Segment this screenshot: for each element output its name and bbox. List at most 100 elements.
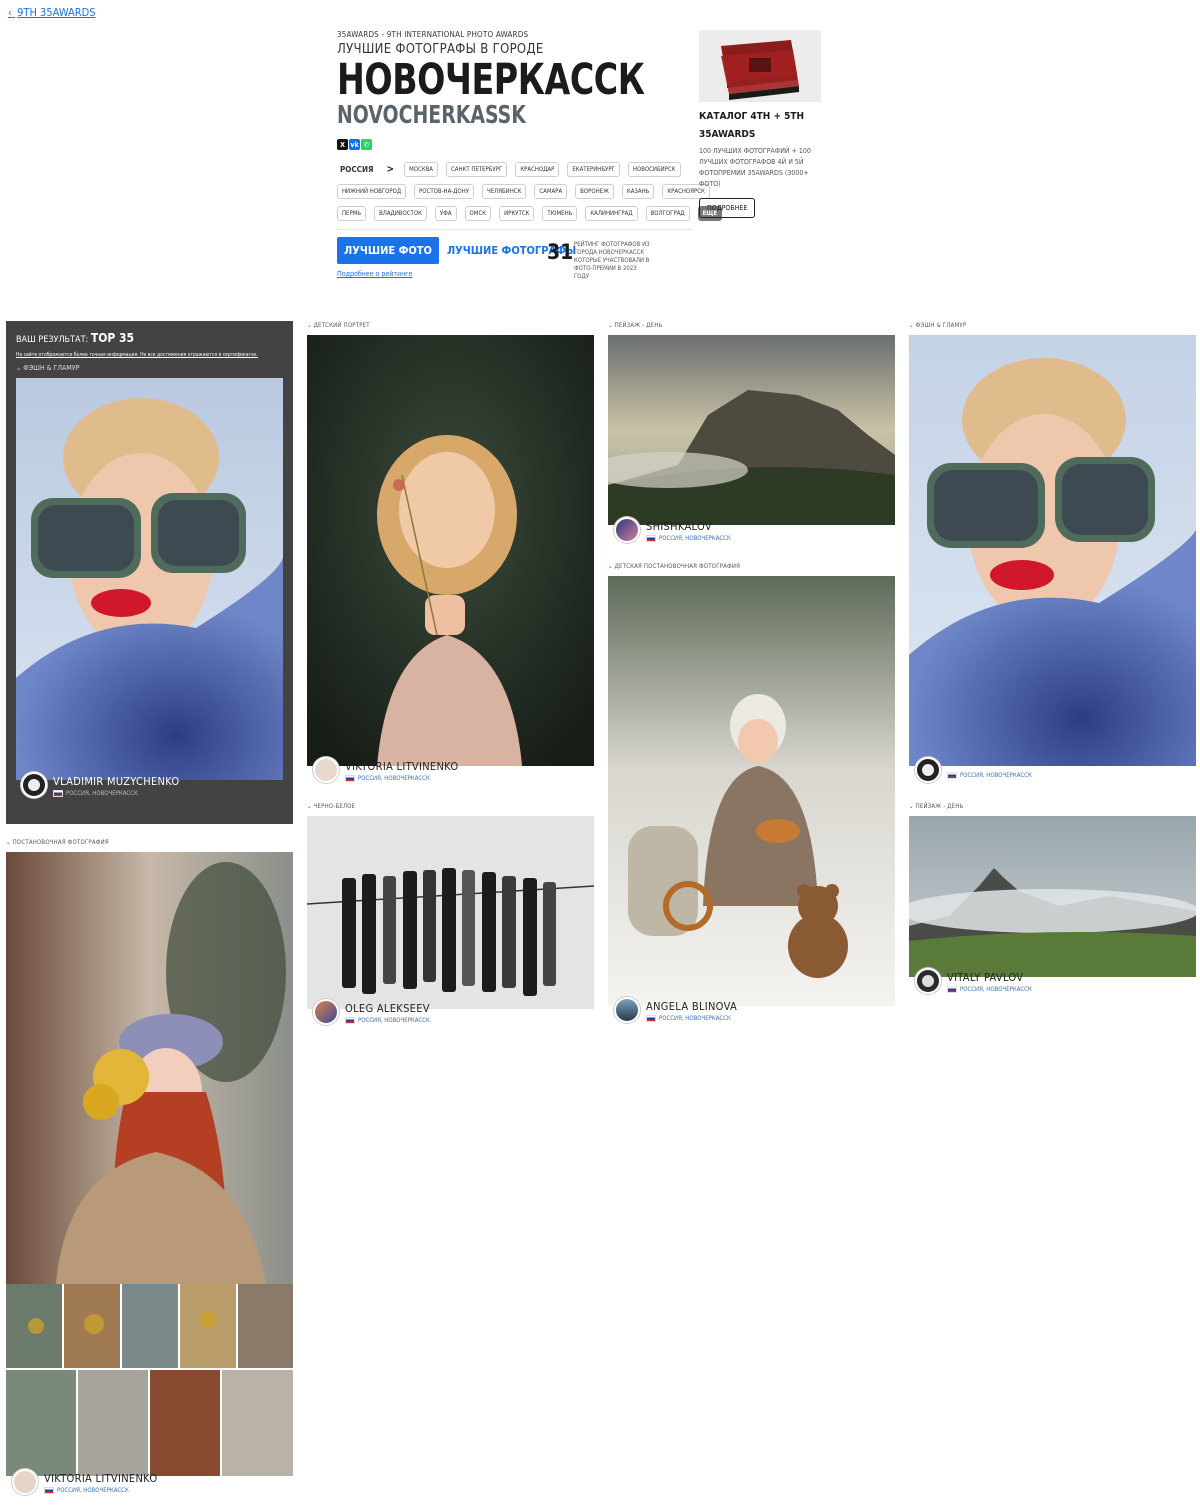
- russia-flag-icon: [53, 790, 63, 797]
- avatar: [614, 997, 640, 1023]
- category-label: ⌄ ДЕТСКАЯ ПОСТАНОВОЧНАЯ ФОТОГРАФИЯ: [608, 563, 741, 570]
- author-block[interactable]: ANGELA BLINOVA РОССИЯ, НОВОЧЕРКАССК: [614, 997, 737, 1023]
- author-block[interactable]: SHISHKALOV РОССИЯ, НОВОЧЕРКАССК: [614, 517, 731, 543]
- photo-fashion[interactable]: [16, 378, 283, 780]
- page-header: 35AWARDS - 9TH INTERNATIONAL PHOTO AWARD…: [337, 30, 697, 128]
- photo-fashion-2[interactable]: [909, 335, 1196, 766]
- city-tag[interactable]: ОМСК: [464, 206, 492, 221]
- page-title-latin: NOVOCHERKASSK: [337, 100, 526, 129]
- rating-info-link[interactable]: Подробнее о рейтинге: [337, 270, 412, 278]
- author-name[interactable]: SHISHKALOV: [646, 520, 731, 534]
- author-location[interactable]: РОССИЯ, НОВОЧЕРКАССК: [947, 772, 1032, 779]
- whatsapp-icon[interactable]: ✆: [361, 139, 372, 150]
- author-block[interactable]: VIKTORIA LITVINENKO РОССИЯ, НОВОЧЕРКАССК: [12, 1469, 157, 1495]
- city-tags: РОССИЯ > МОСКВА САНКТ ПЕТЕРБУРГ КРАСНОДА…: [337, 162, 723, 228]
- photo-series: [6, 1284, 293, 1476]
- russia-flag-icon: [44, 1487, 54, 1494]
- back-link[interactable]: ‹ 9TH 35AWARDS: [8, 6, 96, 19]
- author-location[interactable]: РОССИЯ, НОВОЧЕРКАССК: [345, 775, 458, 782]
- author-name[interactable]: VIKTORIA LITVINENKO: [44, 1472, 157, 1486]
- author-name[interactable]: VLADIMIR MUZYCHENKO: [53, 775, 180, 789]
- russia-flag-icon: [646, 1015, 656, 1022]
- author-block[interactable]: VLADIMIR MUZYCHENKO РОССИЯ, НОВОЧЕРКАССК: [21, 772, 180, 798]
- photo-landscape-2[interactable]: [909, 816, 1196, 977]
- result-panel: ВАШ РЕЗУЛЬТАТ: TOP 35 На сайте отображае…: [6, 321, 293, 824]
- category-label: ⌄ ПЕЙЗАЖ - ДЕНЬ: [909, 803, 964, 810]
- author-block[interactable]: VITALY PAVLOV РОССИЯ, НОВОЧЕРКАССК: [915, 968, 1032, 994]
- author-location[interactable]: РОССИЯ, НОВОЧЕРКАССК: [947, 986, 1032, 993]
- city-tag[interactable]: КАЗАНЬ: [621, 184, 655, 199]
- catalog-more-button[interactable]: ПОДРОБНЕЕ: [699, 198, 756, 218]
- author-location[interactable]: РОССИЯ, НОВОЧЕРКАССК: [345, 1017, 430, 1024]
- country-tag[interactable]: РОССИЯ: [337, 162, 377, 177]
- author-location[interactable]: РОССИЯ, НОВОЧЕРКАССК: [646, 1015, 737, 1022]
- category-label: ⌄ ПОСТАНОВОЧНАЯ ФОТОГРАФИЯ: [6, 839, 109, 846]
- category-label: ⌄ ЧЕРНО-БЕЛОЕ: [307, 803, 356, 810]
- author-name[interactable]: ANGELA BLINOVA: [646, 1000, 737, 1014]
- category-label: ⌄ ПЕЙЗАЖ - ДЕНЬ: [608, 322, 663, 329]
- russia-flag-icon: [345, 1017, 355, 1024]
- author-name[interactable]: VITALY PAVLOV: [947, 971, 1032, 985]
- city-tag[interactable]: НИЖНИЙ НОВГОРОД: [337, 184, 407, 199]
- author-block[interactable]: OLEG ALEKSEEV РОССИЯ, НОВОЧЕРКАССК: [313, 999, 430, 1025]
- catalog-book-image[interactable]: [699, 30, 821, 102]
- avatar: [915, 757, 941, 783]
- avatar: [915, 968, 941, 994]
- category-label: ⌄ ДЕТСКИЙ ПОРТРЕТ: [307, 322, 370, 329]
- city-tag[interactable]: САМАРА: [534, 184, 568, 199]
- author-location[interactable]: РОССИЯ, НОВОЧЕРКАССК: [646, 535, 731, 542]
- city-tag[interactable]: КРАСНОДАР: [515, 162, 560, 177]
- author-block[interactable]: РОССИЯ, НОВОЧЕРКАССК: [915, 757, 1032, 783]
- city-tag[interactable]: КАЛИНИНГРАД: [585, 206, 638, 221]
- city-tag[interactable]: ЧЕЛЯБИНСК: [482, 184, 527, 199]
- share-buttons: X vk ✆: [337, 139, 372, 150]
- vk-icon[interactable]: vk: [349, 139, 360, 150]
- category-label: ⌄ ФЭШН & ГЛАМУР: [16, 364, 80, 372]
- avatar: [313, 999, 339, 1025]
- author-location[interactable]: РОССИЯ, НОВОЧЕРКАССК: [44, 1487, 157, 1494]
- photo-kids-staged[interactable]: [608, 576, 895, 1006]
- tag-row-3: ПЕРМЬ ВЛАДИВОСТОК УФА ОМСК ИРКУТСК ТЮМЕН…: [337, 206, 723, 221]
- result-note: На сайте отображается более точная инфор…: [16, 352, 258, 358]
- photo-landscape-1[interactable]: [608, 335, 895, 525]
- photo-black-white[interactable]: [307, 816, 594, 1009]
- divider: [337, 229, 692, 230]
- city-tag[interactable]: ВЛАДИВОСТОК: [374, 206, 427, 221]
- author-location[interactable]: РОССИЯ, НОВОЧЕРКАССК: [53, 790, 180, 797]
- city-tag[interactable]: РОСТОВ-НА-ДОНУ: [414, 184, 475, 199]
- tabs: ЛУЧШИЕ ФОТО ЛУЧШИЕ ФОТОГРАФЫ: [337, 237, 576, 264]
- catalog-description: 100 ЛУЧШИХ ФОТОГРАФИЙ + 100 ЛУЧШИХ ФОТОГ…: [699, 147, 811, 188]
- city-tag[interactable]: ТЮМЕНЬ: [542, 206, 578, 221]
- city-tag[interactable]: МОСКВА: [404, 162, 438, 177]
- city-tag[interactable]: ПЕРМЬ: [337, 206, 367, 221]
- pre-title: 35AWARDS - 9TH INTERNATIONAL PHOTO AWARD…: [337, 30, 529, 39]
- rank-count: 31: [547, 240, 574, 264]
- rank-description: РЕЙТИНГ ФОТОГРАФОВ ИЗ ГОРОДА НОВОЧЕРКАСС…: [574, 241, 650, 280]
- russia-flag-icon: [646, 535, 656, 542]
- avatar: [21, 772, 47, 798]
- x-icon[interactable]: X: [337, 139, 348, 150]
- city-tag[interactable]: ЕКАТЕРИНБУРГ: [567, 162, 620, 177]
- author-name[interactable]: VIKTORIA LITVINENKO: [345, 760, 458, 774]
- city-tag[interactable]: САНКТ ПЕТЕРБУРГ: [445, 162, 508, 177]
- city-tag[interactable]: ИРКУТСК: [499, 206, 535, 221]
- tab-best-photos[interactable]: ЛУЧШИЕ ФОТО: [337, 237, 439, 264]
- catalog-promo: КАТАЛОГ 4TH + 5TH 35AWARDS 100 ЛУЧШИХ ФО…: [699, 30, 821, 218]
- city-tag[interactable]: УФА: [434, 206, 457, 221]
- city-tag[interactable]: ВОЛГОГРАД: [645, 206, 690, 221]
- russia-flag-icon: [947, 772, 957, 779]
- avatar: [12, 1469, 38, 1495]
- author-name[interactable]: OLEG ALEKSEEV: [345, 1002, 430, 1016]
- russia-flag-icon: [947, 986, 957, 993]
- author-block[interactable]: VIKTORIA LITVINENKO РОССИЯ, НОВОЧЕРКАССК: [313, 757, 458, 783]
- avatar: [614, 517, 640, 543]
- city-tag[interactable]: ВОРОНЕЖ: [575, 184, 614, 199]
- avatar: [313, 757, 339, 783]
- result-title: ВАШ РЕЗУЛЬТАТ: TOP 35: [16, 331, 135, 345]
- category-label: ⌄ ФЭШН & ГЛАМУР: [909, 322, 967, 329]
- russia-flag-icon: [345, 775, 355, 782]
- catalog-title: КАТАЛОГ 4TH + 5TH 35AWARDS: [699, 111, 805, 140]
- city-tag[interactable]: НОВОСИБИРСК: [627, 162, 681, 177]
- photo-child-portrait[interactable]: [307, 335, 594, 766]
- photo-staged[interactable]: [6, 852, 293, 1284]
